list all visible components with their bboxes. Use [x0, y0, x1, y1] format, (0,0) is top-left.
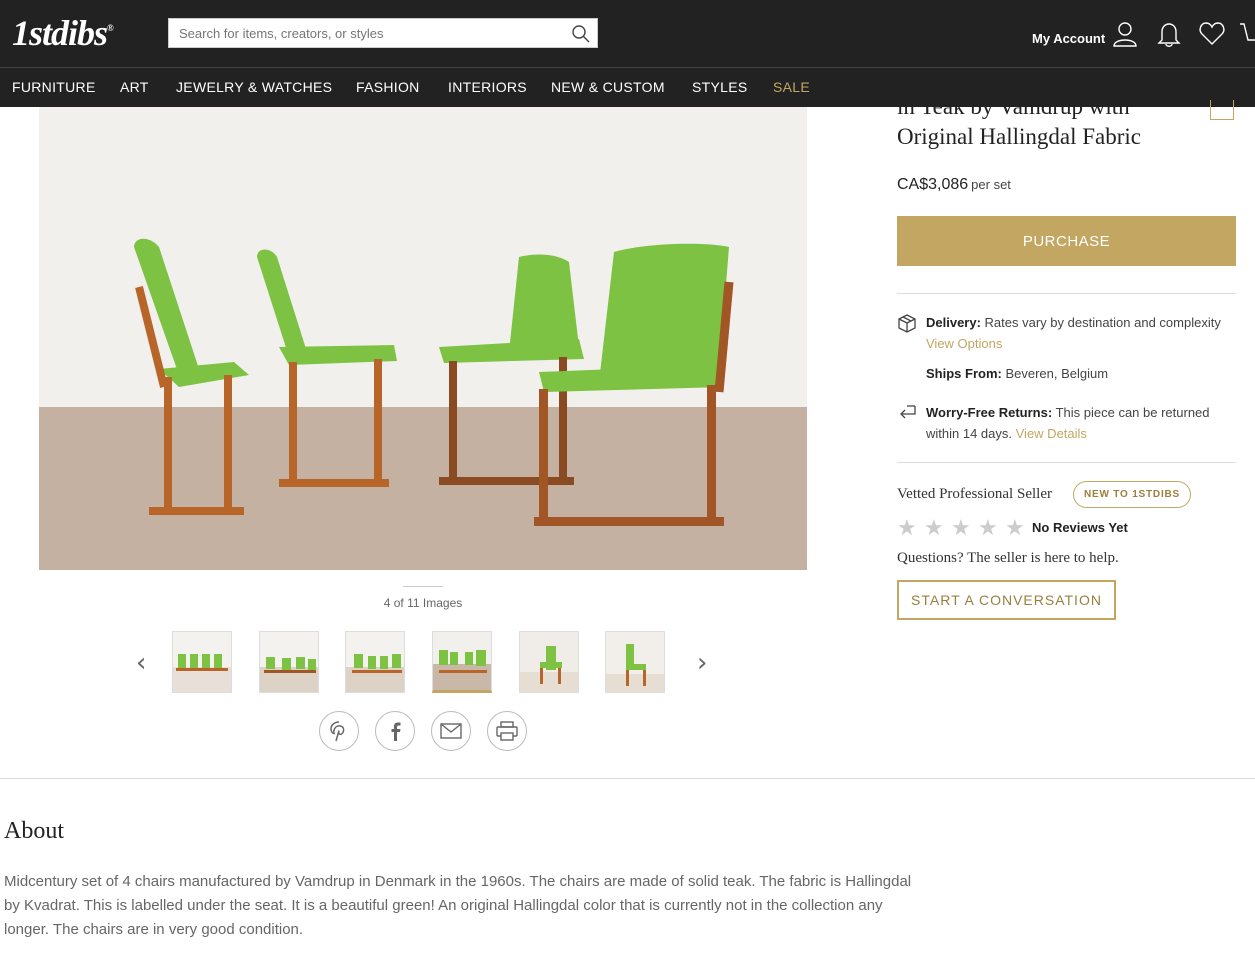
thumbnail-4-active[interactable]: [432, 631, 492, 693]
product-title: in Teak by Vamdrup with Original Halling…: [897, 94, 1141, 149]
nav-furniture[interactable]: FURNITURE: [12, 79, 96, 95]
image-counter: 4 of 11 Images: [383, 596, 463, 610]
vetted-seller-label: Vetted Professional Seller: [897, 486, 1052, 502]
about-description: Midcentury set of 4 chairs manufactured …: [4, 873, 912, 938]
box-icon: [897, 313, 917, 338]
purchase-button[interactable]: PURCHASE: [897, 216, 1236, 266]
prev-image-arrow-icon[interactable]: ‹: [136, 648, 146, 678]
next-image-arrow-icon[interactable]: ›: [697, 648, 707, 678]
star-icon: ★: [897, 516, 917, 541]
site-logo[interactable]: 1stdibs®: [12, 12, 114, 54]
nav-art[interactable]: ART: [120, 79, 149, 95]
bell-icon[interactable]: [1155, 20, 1183, 53]
search-box: [168, 18, 598, 48]
returns-info: Worry-Free Returns: This piece can be re…: [926, 405, 1210, 441]
star-icon: ★: [951, 516, 971, 541]
product-price: CA$3,086 per set: [897, 176, 1011, 193]
main-product-image[interactable]: [39, 107, 807, 570]
view-details-link[interactable]: View Details: [1016, 426, 1087, 441]
nav-sale[interactable]: SALE: [773, 79, 810, 95]
reviews-count: No Reviews Yet: [1032, 520, 1128, 535]
print-icon[interactable]: [487, 711, 527, 751]
search-input[interactable]: [169, 19, 559, 47]
user-icon[interactable]: [1111, 20, 1139, 53]
nav-new-custom[interactable]: NEW & CUSTOM: [551, 79, 665, 95]
my-account-link[interactable]: My Account: [1032, 31, 1105, 46]
email-share-icon[interactable]: [431, 711, 471, 751]
thumbnail-1[interactable]: [172, 631, 232, 693]
star-icon: ★: [924, 516, 944, 541]
return-arrow-icon: [897, 402, 917, 427]
delivery-info: Delivery: Rates vary by destination and …: [926, 315, 1221, 351]
cart-icon[interactable]: [1240, 20, 1255, 53]
new-seller-badge: NEW TO 1STDIBS: [1073, 481, 1192, 508]
section-divider: [0, 778, 1255, 779]
star-icon: ★: [1005, 516, 1025, 541]
divider: [897, 462, 1236, 463]
pinterest-share-icon[interactable]: [319, 711, 359, 751]
thumbnail-6[interactable]: [605, 631, 665, 693]
heart-icon[interactable]: [1198, 20, 1226, 53]
nav-interiors[interactable]: INTERIORS: [448, 79, 527, 95]
view-options-link[interactable]: View Options: [926, 336, 1002, 351]
nav-fashion[interactable]: FASHION: [356, 79, 420, 95]
thumbnail-5[interactable]: [519, 631, 579, 693]
facebook-share-icon[interactable]: [375, 711, 415, 751]
divider: [897, 293, 1236, 294]
search-icon[interactable]: [571, 24, 591, 49]
about-heading: About: [4, 818, 64, 844]
star-icon: ★: [978, 516, 998, 541]
nav-styles[interactable]: STYLES: [692, 79, 748, 95]
nav-jewelry-watches[interactable]: JEWELRY & WATCHES: [176, 79, 332, 95]
thumbnail-2[interactable]: [259, 631, 319, 693]
thumbnail-3[interactable]: [345, 631, 405, 693]
image-counter-rule: [403, 586, 443, 587]
favorite-icon[interactable]: [1210, 100, 1234, 120]
top-header: 1stdibs® My Account: [0, 0, 1255, 67]
seller-questions-text: Questions? The seller is here to help.: [897, 550, 1119, 566]
ships-from-info: Ships From: Beveren, Belgium: [926, 366, 1109, 381]
start-conversation-button[interactable]: START A CONVERSATION: [897, 580, 1116, 620]
